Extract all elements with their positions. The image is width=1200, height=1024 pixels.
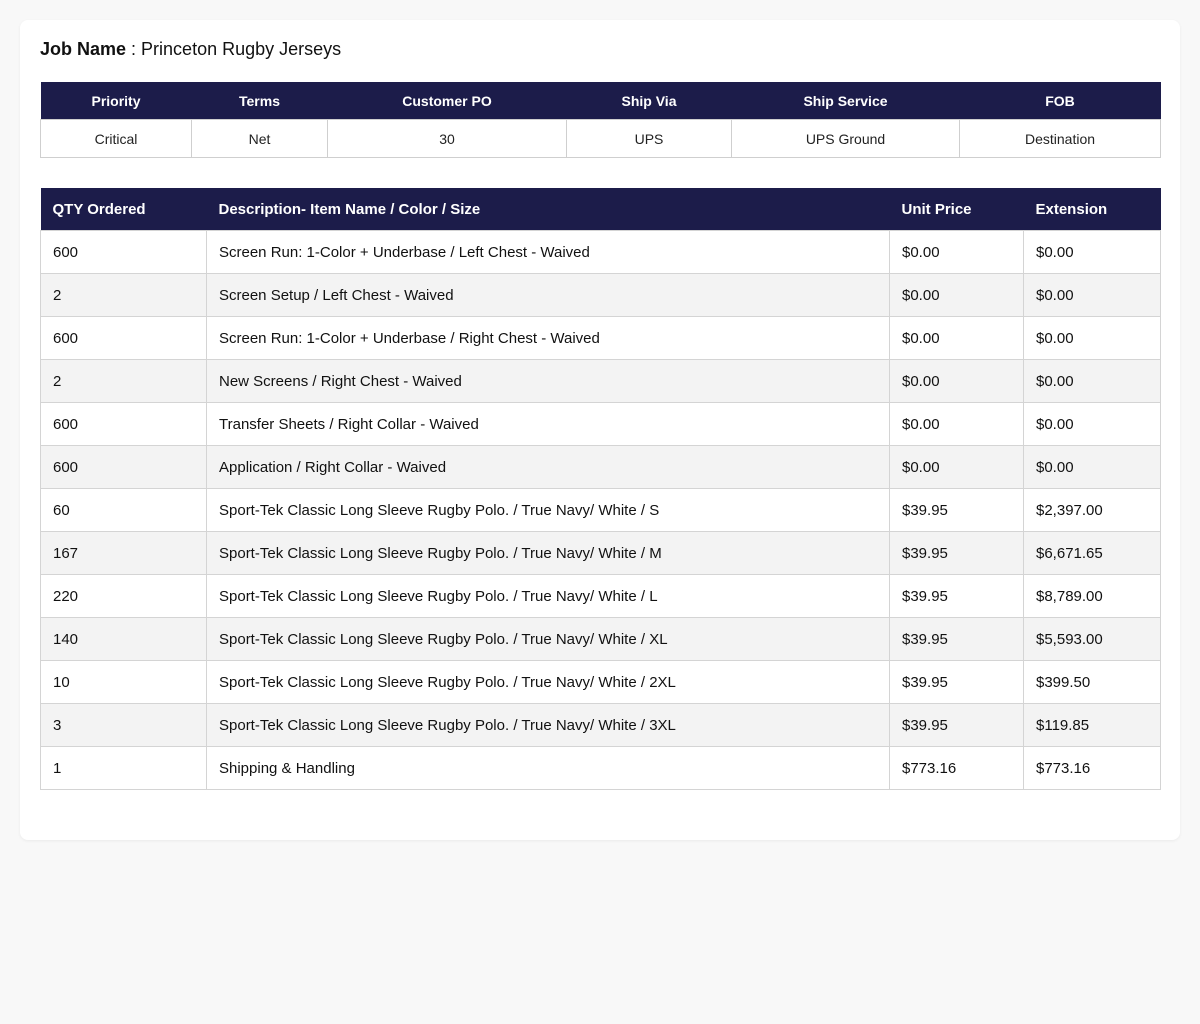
qty-cell: 600	[40, 230, 207, 274]
qty-cell: 2	[40, 273, 207, 317]
table-row: 600 Transfer Sheets / Right Collar - Wai…	[40, 402, 1161, 446]
unit-price-cell: $0.00	[889, 402, 1024, 446]
description-cell: Sport-Tek Classic Long Sleeve Rugby Polo…	[206, 531, 890, 575]
qty-cell: 3	[40, 703, 207, 747]
extension-cell: $0.00	[1023, 316, 1161, 360]
unit-price-cell: $39.95	[889, 488, 1024, 532]
table-row: 600 Screen Run: 1-Color + Underbase / Le…	[40, 230, 1161, 274]
unit-price-cell: $39.95	[889, 531, 1024, 575]
header-fob: FOB	[959, 82, 1161, 120]
qty-cell: 167	[40, 531, 207, 575]
table-row: 1 Shipping & Handling $773.16 $773.16	[40, 746, 1161, 790]
extension-cell: $6,671.65	[1023, 531, 1161, 575]
table-row: 2 New Screens / Right Chest - Waived $0.…	[40, 359, 1161, 403]
table-row: 3 Sport-Tek Classic Long Sleeve Rugby Po…	[40, 703, 1161, 747]
unit-price-cell: $0.00	[889, 273, 1024, 317]
description-cell: Sport-Tek Classic Long Sleeve Rugby Polo…	[206, 660, 890, 704]
qty-cell: 600	[40, 445, 207, 489]
header-priority: Priority	[40, 82, 192, 120]
header-extension: Extension	[1023, 188, 1161, 231]
job-name-separator: :	[126, 39, 142, 59]
extension-cell: $0.00	[1023, 230, 1161, 274]
qty-cell: 140	[40, 617, 207, 661]
header-ship-service: Ship Service	[731, 82, 960, 120]
table-row: 2 Screen Setup / Left Chest - Waived $0.…	[40, 273, 1161, 317]
order-meta-value-row: Critical Net 30 UPS UPS Ground Destinati…	[40, 119, 1161, 158]
unit-price-cell: $39.95	[889, 617, 1024, 661]
unit-price-cell: $0.00	[889, 445, 1024, 489]
description-cell: Application / Right Collar - Waived	[206, 445, 890, 489]
qty-cell: 220	[40, 574, 207, 618]
table-row: 10 Sport-Tek Classic Long Sleeve Rugby P…	[40, 660, 1161, 704]
qty-cell: 600	[40, 402, 207, 446]
description-cell: Screen Run: 1-Color + Underbase / Right …	[206, 316, 890, 360]
order-meta-header-row: Priority Terms Customer PO Ship Via Ship…	[40, 82, 1161, 120]
extension-cell: $5,593.00	[1023, 617, 1161, 661]
qty-cell: 2	[40, 359, 207, 403]
qty-cell: 600	[40, 316, 207, 360]
extension-cell: $0.00	[1023, 402, 1161, 446]
value-ship-service: UPS Ground	[731, 119, 960, 158]
unit-price-cell: $39.95	[889, 703, 1024, 747]
job-name: Job Name : Princeton Rugby Jerseys	[40, 38, 341, 60]
line-items-table: QTY Ordered Description- Item Name / Col…	[40, 188, 1161, 790]
extension-cell: $8,789.00	[1023, 574, 1161, 618]
extension-cell: $119.85	[1023, 703, 1161, 747]
header-ship-via: Ship Via	[566, 82, 732, 120]
line-items-header-row: QTY Ordered Description- Item Name / Col…	[40, 188, 1161, 231]
header-unit-price: Unit Price	[889, 188, 1024, 231]
value-customer-po: 30	[327, 119, 567, 158]
qty-cell: 10	[40, 660, 207, 704]
job-name-value: Princeton Rugby Jerseys	[141, 39, 342, 59]
qty-cell: 60	[40, 488, 207, 532]
extension-cell: $2,397.00	[1023, 488, 1161, 532]
extension-cell: $773.16	[1023, 746, 1161, 790]
extension-cell: $0.00	[1023, 273, 1161, 317]
description-cell: Transfer Sheets / Right Collar - Waived	[206, 402, 890, 446]
description-cell: Screen Setup / Left Chest - Waived	[206, 273, 890, 317]
header-qty-ordered: QTY Ordered	[40, 188, 207, 231]
header-terms: Terms	[191, 82, 328, 120]
extension-cell: $399.50	[1023, 660, 1161, 704]
description-cell: Shipping & Handling	[206, 746, 890, 790]
unit-price-cell: $39.95	[889, 574, 1024, 618]
value-priority: Critical	[40, 119, 192, 158]
unit-price-cell: $39.95	[889, 660, 1024, 704]
description-cell: New Screens / Right Chest - Waived	[206, 359, 890, 403]
table-row: 167 Sport-Tek Classic Long Sleeve Rugby …	[40, 531, 1161, 575]
header-description: Description- Item Name / Color / Size	[206, 188, 890, 231]
description-cell: Screen Run: 1-Color + Underbase / Left C…	[206, 230, 890, 274]
unit-price-cell: $0.00	[889, 359, 1024, 403]
order-card: Job Name : Princeton Rugby Jerseys Prior…	[20, 20, 1180, 840]
description-cell: Sport-Tek Classic Long Sleeve Rugby Polo…	[206, 703, 890, 747]
extension-cell: $0.00	[1023, 445, 1161, 489]
order-meta-table: Priority Terms Customer PO Ship Via Ship…	[40, 82, 1161, 158]
qty-cell: 1	[40, 746, 207, 790]
unit-price-cell: $0.00	[889, 316, 1024, 360]
unit-price-cell: $0.00	[889, 230, 1024, 274]
unit-price-cell: $773.16	[889, 746, 1024, 790]
value-ship-via: UPS	[566, 119, 732, 158]
description-cell: Sport-Tek Classic Long Sleeve Rugby Polo…	[206, 488, 890, 532]
table-row: 600 Screen Run: 1-Color + Underbase / Ri…	[40, 316, 1161, 360]
description-cell: Sport-Tek Classic Long Sleeve Rugby Polo…	[206, 617, 890, 661]
job-name-label: Job Name	[40, 39, 127, 59]
value-terms: Net	[191, 119, 328, 158]
table-row: 220 Sport-Tek Classic Long Sleeve Rugby …	[40, 574, 1161, 618]
description-cell: Sport-Tek Classic Long Sleeve Rugby Polo…	[206, 574, 890, 618]
table-row: 600 Application / Right Collar - Waived …	[40, 445, 1161, 489]
table-row: 60 Sport-Tek Classic Long Sleeve Rugby P…	[40, 488, 1161, 532]
value-fob: Destination	[959, 119, 1161, 158]
header-customer-po: Customer PO	[327, 82, 567, 120]
table-row: 140 Sport-Tek Classic Long Sleeve Rugby …	[40, 617, 1161, 661]
extension-cell: $0.00	[1023, 359, 1161, 403]
